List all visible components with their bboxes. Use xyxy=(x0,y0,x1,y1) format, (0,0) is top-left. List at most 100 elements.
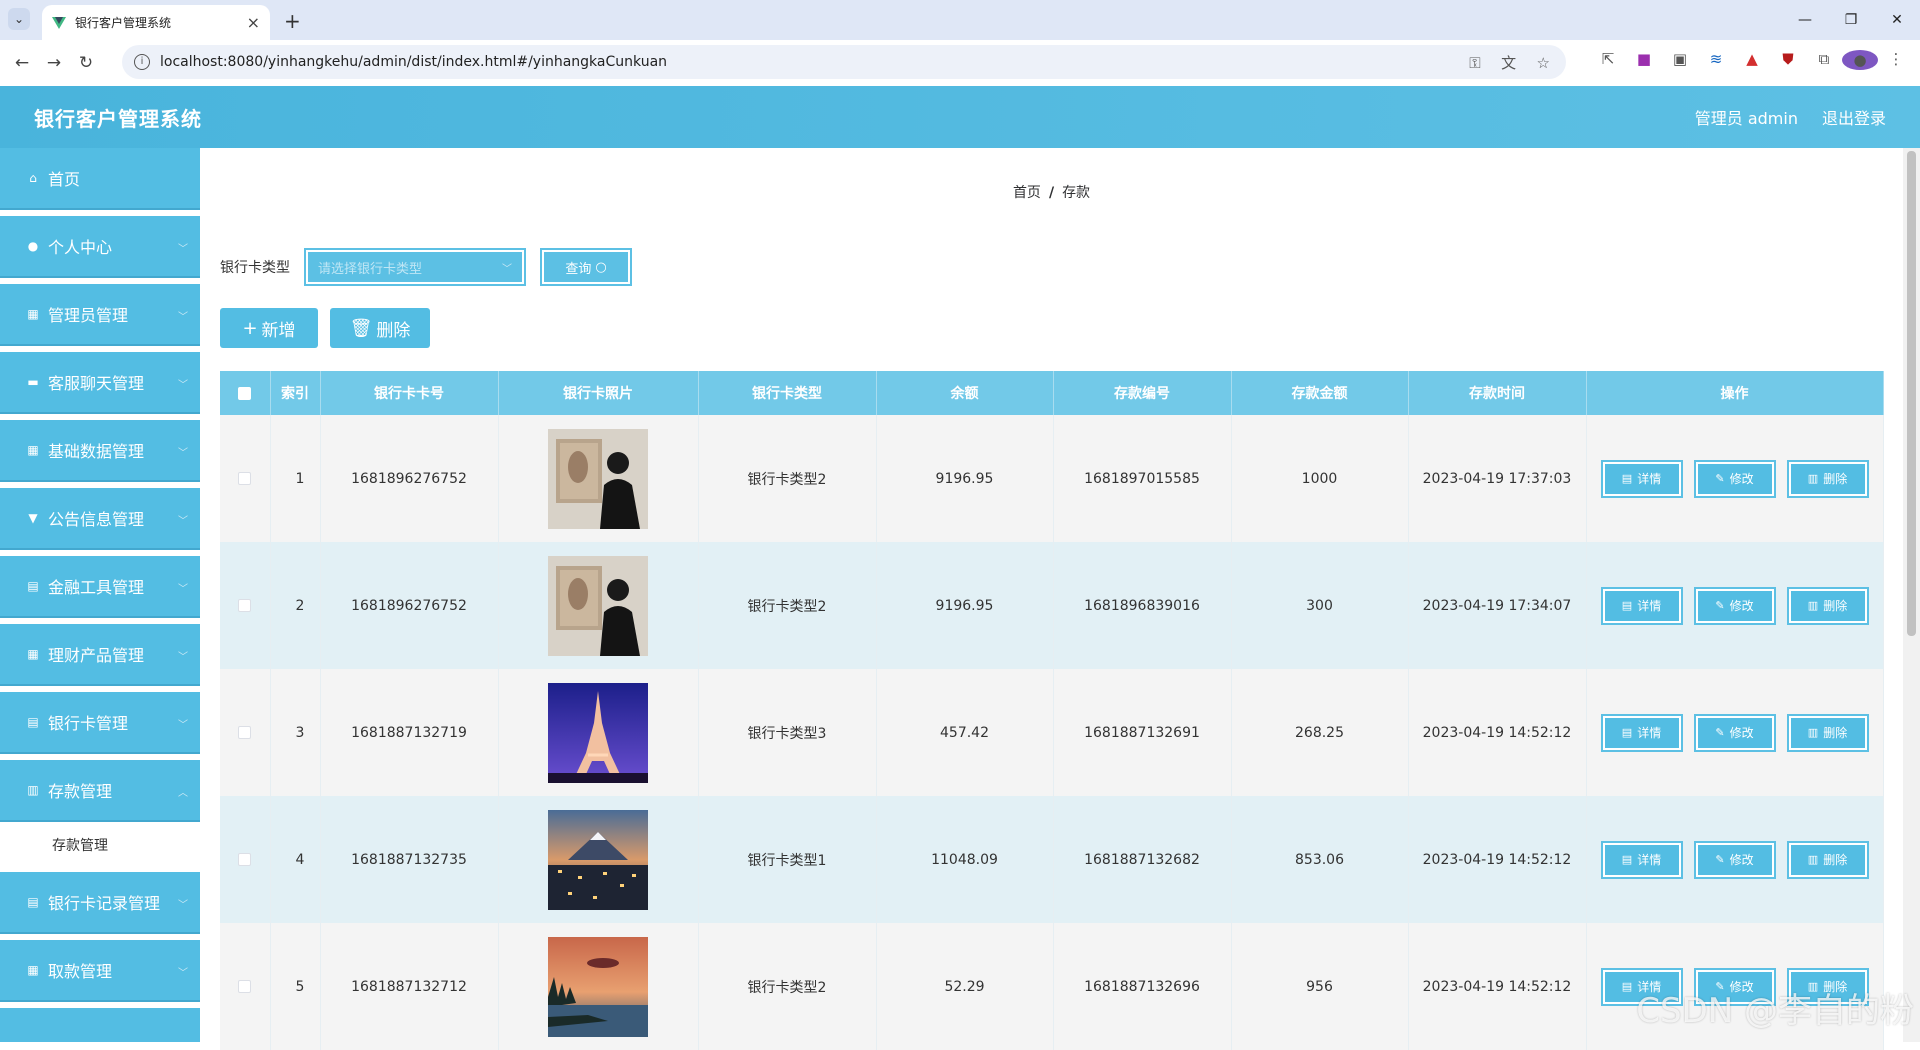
card-photo-cell xyxy=(498,415,698,542)
extensions-bar: ⇱ ■ ▣ ≋ ▲ ⛊ ⧉ ● ⋮ xyxy=(1590,50,1914,70)
sidebar-item-card-records[interactable]: ▤银行卡记录管理﹀ xyxy=(0,872,200,934)
tab-search-dropdown[interactable]: ⌄ xyxy=(8,8,30,30)
bookmark-star-icon[interactable]: ☆ xyxy=(1537,54,1550,72)
reader-extension-icon[interactable]: ▣ xyxy=(1662,50,1698,70)
row-checkbox[interactable] xyxy=(238,726,251,739)
sidebar-item-finance-tools[interactable]: ▤金融工具管理﹀ xyxy=(0,556,200,618)
sidebar-item-personal[interactable]: ●个人中心﹀ xyxy=(0,216,200,278)
reload-icon[interactable]: ↻ xyxy=(70,53,102,73)
document-icon: ▤ xyxy=(1622,980,1632,993)
logout-link[interactable]: 退出登录 xyxy=(1822,105,1886,129)
profile-avatar-icon[interactable]: ● xyxy=(1842,50,1878,70)
delete-label: 删除 xyxy=(1823,724,1847,741)
row-checkbox[interactable] xyxy=(238,472,251,485)
deposit-amount: 853.06 xyxy=(1231,796,1408,923)
detail-button[interactable]: ▤详情 xyxy=(1601,714,1683,752)
grid-icon: ▦ xyxy=(26,647,40,661)
plus-icon: + xyxy=(242,318,257,339)
sidebar-subitem-deposits[interactable]: 存款管理 xyxy=(0,824,200,866)
chevron-down-icon: ﹀ xyxy=(178,444,188,459)
chevron-down-icon: ﹀ xyxy=(178,240,188,255)
delete-button[interactable]: ▥删除 xyxy=(1787,587,1869,625)
delete-button[interactable]: ▥删除 xyxy=(1787,841,1869,879)
row-index: 3 xyxy=(270,669,320,796)
new-tab-button[interactable]: + xyxy=(284,9,301,33)
sidebar-item-notice[interactable]: ▼公告信息管理﹀ xyxy=(0,488,200,550)
breadcrumb-home[interactable]: 首页 xyxy=(1013,185,1041,201)
query-button-label: 查询 xyxy=(565,258,591,277)
restore-button[interactable]: ❐ xyxy=(1828,0,1874,40)
app-header: 银行客户管理系统 管理员 admin 退出登录 xyxy=(0,86,1920,148)
edit-button[interactable]: ✎修改 xyxy=(1694,587,1776,625)
row-index: 4 xyxy=(270,796,320,923)
edit-button[interactable]: ✎修改 xyxy=(1694,841,1776,879)
minimize-button[interactable]: — xyxy=(1782,0,1828,40)
edit-button[interactable]: ✎修改 xyxy=(1694,714,1776,752)
sidebar-item-partial[interactable] xyxy=(0,1008,200,1042)
page-scrollbar[interactable] xyxy=(1903,148,1920,1042)
row-checkbox[interactable] xyxy=(238,853,251,866)
close-icon[interactable]: × xyxy=(247,13,260,32)
row-checkbox[interactable] xyxy=(238,599,251,612)
query-button[interactable]: 查询 ○ xyxy=(540,248,632,286)
column-header: 余额 xyxy=(876,371,1053,415)
user-icon: ● xyxy=(26,239,40,253)
browser-tab[interactable]: 银行客户管理系统 × xyxy=(42,5,270,40)
card-type: 银行卡类型2 xyxy=(698,542,876,669)
sidebar-item-deposits[interactable]: ▥存款管理︿ xyxy=(0,760,200,822)
sidebar-item-chat[interactable]: ▬客服聊天管理﹀ xyxy=(0,352,200,414)
balance: 457.42 xyxy=(876,669,1053,796)
sidebar-item-admin[interactable]: ▦管理员管理﹀ xyxy=(0,284,200,346)
purple-extension-icon[interactable]: ■ xyxy=(1626,50,1662,70)
edit-button[interactable]: ✎修改 xyxy=(1694,460,1776,498)
chevron-down-icon: ﹀ xyxy=(178,512,188,527)
deposit-number: 1681887132682 xyxy=(1053,796,1231,923)
scrollbar-thumb[interactable] xyxy=(1907,151,1916,636)
card-photo-cell xyxy=(498,796,698,923)
add-button[interactable]: +新增 xyxy=(220,308,318,348)
forward-icon[interactable]: → xyxy=(38,53,70,73)
trash-icon: 🗑 xyxy=(350,318,373,339)
table-header-row: 索引 银行卡卡号 银行卡照片 银行卡类型 余额 存款编号 存款金额 存款时间 操… xyxy=(220,371,1883,415)
deposit-amount: 268.25 xyxy=(1231,669,1408,796)
detail-button[interactable]: ▤详情 xyxy=(1601,841,1683,879)
detail-label: 详情 xyxy=(1637,597,1661,614)
red-extension-icon[interactable]: ▲ xyxy=(1734,50,1770,70)
url-input[interactable]: i localhost:8080/yinhangkehu/admin/dist/… xyxy=(122,45,1566,79)
row-select-cell xyxy=(220,669,270,796)
detail-button[interactable]: ▤详情 xyxy=(1601,460,1683,498)
cursor-extension-icon[interactable]: ⇱ xyxy=(1590,50,1626,70)
deposit-time: 2023-04-19 17:34:07 xyxy=(1408,542,1586,669)
site-info-icon[interactable]: i xyxy=(134,54,150,70)
sidebar-item-cards[interactable]: ▤银行卡管理﹀ xyxy=(0,692,200,754)
select-all-checkbox[interactable] xyxy=(238,387,251,400)
column-header: 银行卡类型 xyxy=(698,371,876,415)
trash-icon: ▥ xyxy=(1808,726,1818,739)
document-icon: ▤ xyxy=(1622,599,1632,612)
row-checkbox[interactable] xyxy=(238,980,251,993)
detail-button[interactable]: ▤ 详情 xyxy=(1601,587,1683,625)
translate-icon[interactable]: 文 xyxy=(1501,54,1516,72)
menu-kebab-icon[interactable]: ⋮ xyxy=(1878,50,1914,70)
deposit-table: 索引 银行卡卡号 银行卡照片 银行卡类型 余额 存款编号 存款金额 存款时间 操… xyxy=(220,371,1884,1050)
ublock-icon[interactable]: ⛊ xyxy=(1770,50,1806,70)
add-button-label: 新增 xyxy=(262,316,296,341)
extensions-puzzle-icon[interactable]: ⧉ xyxy=(1806,50,1842,70)
sidebar-item-home[interactable]: ⌂首页 xyxy=(0,148,200,210)
sidebar-item-products[interactable]: ▦理财产品管理﹀ xyxy=(0,624,200,686)
balance: 9196.95 xyxy=(876,415,1053,542)
delete-button[interactable]: ▥ 删除 xyxy=(1787,714,1869,752)
column-header: 存款金额 xyxy=(1231,371,1408,415)
layers-extension-icon[interactable]: ≋ xyxy=(1698,50,1734,70)
card-type-select[interactable]: 请选择银行卡类型﹀ xyxy=(304,248,526,286)
search-icon: ○ xyxy=(595,260,606,275)
sidebar-item-withdrawals[interactable]: ▦取款管理﹀ xyxy=(0,940,200,1002)
close-window-button[interactable]: ✕ xyxy=(1874,0,1920,40)
batch-delete-button[interactable]: 🗑删除 xyxy=(330,308,430,348)
back-icon[interactable]: ← xyxy=(6,53,38,73)
breadcrumb-current: 存款 xyxy=(1062,185,1090,201)
delete-button[interactable]: ▥删除 xyxy=(1787,460,1869,498)
sidebar-item-basic-data[interactable]: ▦基础数据管理﹀ xyxy=(0,420,200,482)
column-header: 存款时间 xyxy=(1408,371,1586,415)
key-icon[interactable]: ⚿ xyxy=(1469,54,1480,72)
